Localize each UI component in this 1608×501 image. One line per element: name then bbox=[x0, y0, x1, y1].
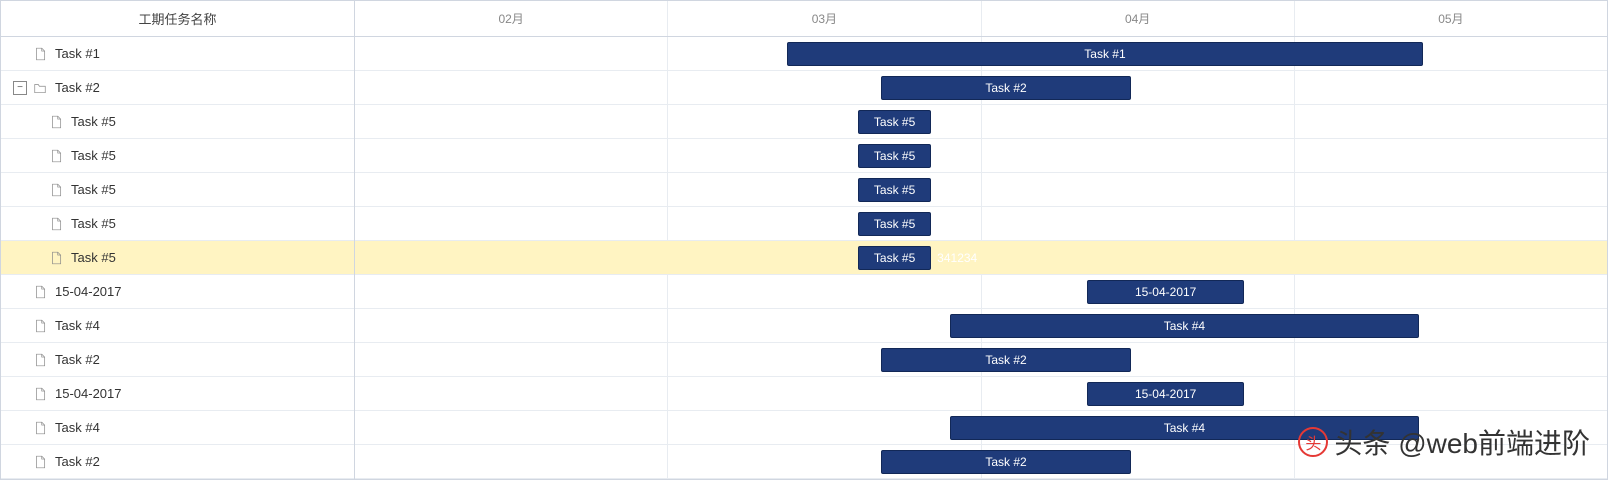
gantt-bar-label: 15-04-2017 bbox=[1135, 285, 1196, 299]
timeline-row: Task #5 bbox=[355, 173, 1607, 207]
task-row[interactable]: Task #5 bbox=[1, 173, 354, 207]
task-row[interactable]: Task #2 bbox=[1, 343, 354, 377]
gantt-bar[interactable]: Task #5 bbox=[858, 212, 931, 236]
gantt-bar-label: Task #5 bbox=[874, 149, 915, 163]
task-row[interactable]: Task #5 bbox=[1, 105, 354, 139]
timeline-row: 15-04-2017 bbox=[355, 275, 1607, 309]
task-name-label: Task #2 bbox=[55, 352, 100, 367]
file-icon bbox=[33, 421, 47, 435]
gantt-bar-label: Task #4 bbox=[1164, 319, 1205, 333]
month-header-cell: 05月 bbox=[1295, 1, 1607, 36]
task-row[interactable]: Task #2 bbox=[1, 445, 354, 479]
file-icon bbox=[33, 47, 47, 61]
task-row[interactable]: Task #4 bbox=[1, 411, 354, 445]
gantt-bar[interactable]: Task #5 bbox=[858, 246, 931, 270]
gantt-bar-label: Task #1 bbox=[1084, 47, 1125, 61]
gantt-bar-label: Task #2 bbox=[985, 455, 1026, 469]
file-icon bbox=[33, 285, 47, 299]
column-header-label: 工期任务名称 bbox=[138, 9, 216, 28]
file-icon bbox=[49, 183, 63, 197]
timeline-row: Task #5 bbox=[355, 105, 1607, 139]
task-row[interactable]: 15-04-2017 bbox=[1, 377, 354, 411]
gantt-chart: 工期任务名称 Task #1−Task #2Task #5Task #5Task… bbox=[0, 0, 1608, 480]
timeline-row: Task #5 bbox=[355, 139, 1607, 173]
task-name-label: Task #5 bbox=[71, 250, 116, 265]
file-icon bbox=[33, 455, 47, 469]
task-row[interactable]: Task #5 bbox=[1, 207, 354, 241]
gantt-bar[interactable]: Task #2 bbox=[881, 348, 1131, 372]
task-name-label: Task #1 bbox=[55, 46, 100, 61]
month-header-cell: 03月 bbox=[668, 1, 981, 36]
gantt-bar-label: Task #4 bbox=[1164, 421, 1205, 435]
task-name-label: Task #5 bbox=[71, 182, 116, 197]
grid-column-header: 工期任务名称 bbox=[1, 1, 354, 37]
task-row[interactable]: Task #5 bbox=[1, 241, 354, 275]
timeline-row: Task #4 bbox=[355, 309, 1607, 343]
file-icon bbox=[49, 149, 63, 163]
gantt-bar-label: Task #5 bbox=[874, 115, 915, 129]
gantt-bar-label: 15-04-2017 bbox=[1135, 387, 1196, 401]
task-name-label: Task #4 bbox=[55, 318, 100, 333]
timeline-row: Task #2 bbox=[355, 343, 1607, 377]
gantt-bar-label: Task #5 bbox=[874, 251, 915, 265]
gantt-bar-label: Task #5 bbox=[874, 183, 915, 197]
gantt-bar[interactable]: Task #4 bbox=[950, 314, 1420, 338]
timeline-header: 02月03月04月05月 bbox=[355, 1, 1607, 37]
gantt-bar-label: Task #5 bbox=[874, 217, 915, 231]
timeline-row: Task #5 bbox=[355, 207, 1607, 241]
file-icon bbox=[33, 387, 47, 401]
gantt-bar[interactable]: Task #2 bbox=[881, 450, 1131, 474]
month-header-cell: 04月 bbox=[982, 1, 1295, 36]
timeline-panel: 02月03月04月05月 Task #1Task #2Task #5Task #… bbox=[355, 1, 1607, 479]
gantt-bar-label: Task #2 bbox=[985, 81, 1026, 95]
timeline-body[interactable]: Task #1Task #2Task #5Task #5Task #5Task … bbox=[355, 37, 1607, 479]
task-name-label: Task #5 bbox=[71, 148, 116, 163]
task-name-label: Task #2 bbox=[55, 454, 100, 469]
timeline-row: Task #1 bbox=[355, 37, 1607, 71]
task-name-label: Task #5 bbox=[71, 114, 116, 129]
task-name-label: Task #2 bbox=[55, 80, 100, 95]
gantt-bar[interactable]: Task #1 bbox=[787, 42, 1423, 66]
gantt-bar[interactable]: Task #4 bbox=[950, 416, 1420, 440]
file-icon bbox=[33, 319, 47, 333]
gantt-bar-label: Task #2 bbox=[985, 353, 1026, 367]
file-icon bbox=[33, 353, 47, 367]
task-name-label: 15-04-2017 bbox=[55, 284, 122, 299]
collapse-button[interactable]: − bbox=[13, 81, 27, 95]
gantt-bar[interactable]: 15-04-2017 bbox=[1087, 280, 1244, 304]
task-grid-panel: 工期任务名称 Task #1 − Task #2 Task #5 Task #5 Task… bbox=[1, 1, 355, 479]
month-header-cell: 02月 bbox=[355, 1, 668, 36]
task-row[interactable]: − Task #2 bbox=[1, 71, 354, 105]
file-icon bbox=[49, 217, 63, 231]
task-row[interactable]: Task #5 bbox=[1, 139, 354, 173]
gantt-bar[interactable]: Task #2 bbox=[881, 76, 1131, 100]
task-row[interactable]: Task #4 bbox=[1, 309, 354, 343]
gantt-bar-side-text: 341234 bbox=[937, 251, 977, 265]
timeline-row: 15-04-2017 bbox=[355, 377, 1607, 411]
file-icon bbox=[49, 115, 63, 129]
gantt-bar[interactable]: Task #5 bbox=[858, 110, 931, 134]
task-name-label: Task #4 bbox=[55, 420, 100, 435]
task-row[interactable]: 15-04-2017 bbox=[1, 275, 354, 309]
folder-icon bbox=[33, 81, 47, 95]
timeline-row: Task #2 bbox=[355, 445, 1607, 479]
gantt-bar[interactable]: 15-04-2017 bbox=[1087, 382, 1244, 406]
task-row[interactable]: Task #1 bbox=[1, 37, 354, 71]
timeline-row: Task #4 bbox=[355, 411, 1607, 445]
file-icon bbox=[49, 251, 63, 265]
timeline-row: Task #2 bbox=[355, 71, 1607, 105]
gantt-bar[interactable]: Task #5 bbox=[858, 178, 931, 202]
gantt-bar[interactable]: Task #5 bbox=[858, 144, 931, 168]
task-name-label: Task #5 bbox=[71, 216, 116, 231]
timeline-row: Task #5 341234 bbox=[355, 241, 1607, 275]
task-name-label: 15-04-2017 bbox=[55, 386, 122, 401]
